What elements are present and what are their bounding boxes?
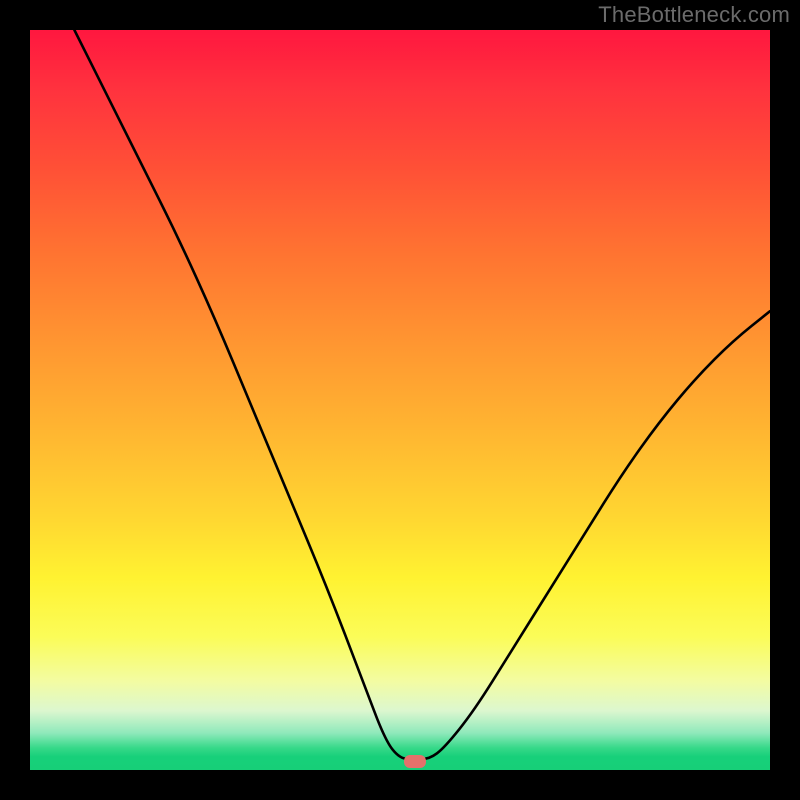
watermark-text: TheBottleneck.com [598, 2, 790, 28]
bottleneck-curve [30, 30, 770, 770]
plot-area [30, 30, 770, 770]
optimal-marker [404, 755, 426, 768]
chart-frame: TheBottleneck.com [0, 0, 800, 800]
